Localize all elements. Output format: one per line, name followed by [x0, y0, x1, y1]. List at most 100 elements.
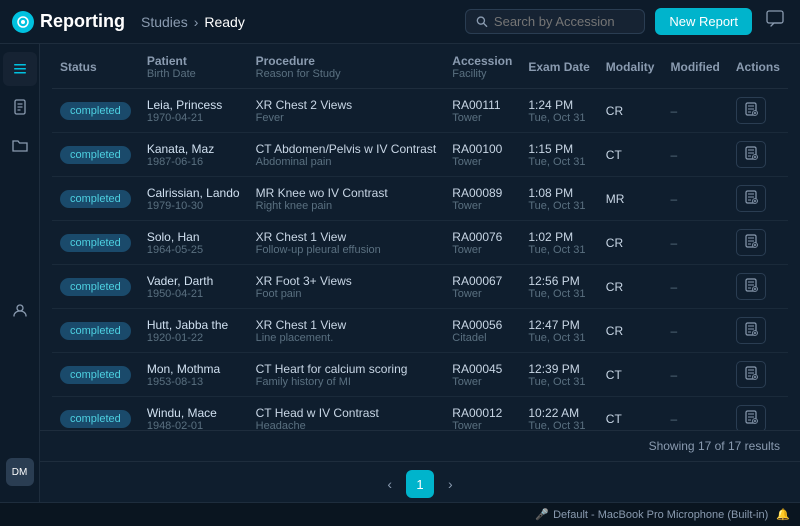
cell-status: completed — [52, 89, 139, 133]
table-row: completed Solo, Han 1964-05-25 XR Chest … — [52, 221, 788, 265]
user-avatar[interactable]: DM — [6, 458, 34, 486]
procedure-name: XR Foot 3+ Views — [256, 274, 437, 288]
action-button[interactable] — [736, 317, 766, 344]
cell-patient: Vader, Darth 1950-04-21 — [139, 265, 248, 309]
exam-time: 1:24 PM — [528, 98, 589, 112]
search-box[interactable] — [465, 9, 645, 34]
action-button[interactable] — [736, 97, 766, 124]
sidebar-item-user[interactable] — [3, 293, 37, 327]
procedure-name: CT Heart for calcium scoring — [256, 362, 437, 376]
status-badge: completed — [60, 234, 131, 252]
procedure-reason: Foot pain — [256, 288, 437, 300]
cell-accession: RA00100 Tower — [444, 133, 520, 177]
exam-date: Tue, Oct 31 — [528, 156, 589, 168]
cell-accession: RA00076 Tower — [444, 221, 520, 265]
breadcrumb-studies[interactable]: Studies — [141, 14, 188, 30]
cell-modified: – — [663, 265, 728, 309]
patient-name: Calrissian, Lando — [147, 186, 240, 200]
accession-facility: Tower — [452, 112, 512, 124]
breadcrumb-current: Ready — [204, 14, 244, 30]
procedure-name: XR Chest 2 Views — [256, 98, 437, 112]
accession-facility: Citadel — [452, 332, 512, 344]
status-badge: completed — [60, 190, 131, 208]
exam-time: 12:56 PM — [528, 274, 589, 288]
patient-name: Hutt, Jabba the — [147, 318, 240, 332]
action-button[interactable] — [736, 361, 766, 388]
accession-number: RA00111 — [452, 98, 512, 112]
pagination-page-1[interactable]: 1 — [406, 470, 434, 498]
sidebar-item-list[interactable] — [3, 52, 37, 86]
action-button[interactable] — [736, 229, 766, 256]
accession-facility: Tower — [452, 244, 512, 256]
search-input[interactable] — [494, 14, 634, 29]
cell-actions — [728, 353, 788, 397]
col-exam-date: Exam Date — [520, 44, 597, 89]
action-button[interactable] — [736, 405, 766, 430]
modality-value: CT — [606, 148, 622, 162]
patient-name: Windu, Mace — [147, 406, 240, 420]
exam-time: 10:22 AM — [528, 406, 589, 420]
procedure-reason: Line placement. — [256, 332, 437, 344]
user-shield-icon — [12, 302, 28, 318]
chat-icon-button[interactable] — [762, 6, 788, 37]
cell-modified: – — [663, 353, 728, 397]
pagination-prev[interactable]: ‹ — [379, 472, 400, 496]
cell-procedure: MR Knee wo IV Contrast Right knee pain — [248, 177, 445, 221]
cell-patient: Mon, Mothma 1953-08-13 — [139, 353, 248, 397]
cell-patient: Calrissian, Lando 1979-10-30 — [139, 177, 248, 221]
col-accession: AccessionFacility — [444, 44, 520, 89]
cell-actions — [728, 89, 788, 133]
cell-exam-date: 12:39 PM Tue, Oct 31 — [520, 353, 597, 397]
accession-number: RA00089 — [452, 186, 512, 200]
cell-exam-date: 10:22 AM Tue, Oct 31 — [520, 397, 597, 431]
topbar-right: New Report — [465, 6, 788, 37]
status-badge: completed — [60, 410, 131, 428]
cell-modality: CT — [598, 397, 663, 431]
cell-procedure: XR Chest 2 Views Fever — [248, 89, 445, 133]
procedure-name: XR Chest 1 View — [256, 230, 437, 244]
cell-exam-date: 1:08 PM Tue, Oct 31 — [520, 177, 597, 221]
col-status: Status — [52, 44, 139, 89]
cell-patient: Hutt, Jabba the 1920-01-22 — [139, 309, 248, 353]
patient-name: Leia, Princess — [147, 98, 240, 112]
table-footer: Showing 17 of 17 results — [40, 430, 800, 461]
cell-procedure: CT Abdomen/Pelvis w IV Contrast Abdomina… — [248, 133, 445, 177]
exam-time: 1:08 PM — [528, 186, 589, 200]
action-button[interactable] — [736, 185, 766, 212]
exam-time: 12:39 PM — [528, 362, 589, 376]
accession-number: RA00076 — [452, 230, 512, 244]
cell-modified: – — [663, 133, 728, 177]
procedure-reason: Abdominal pain — [256, 156, 437, 168]
modified-value: – — [671, 236, 678, 250]
cell-status: completed — [52, 133, 139, 177]
bell-icon: 🔔 — [776, 508, 790, 521]
procedure-reason: Family history of MI — [256, 376, 437, 388]
exam-date: Tue, Oct 31 — [528, 112, 589, 124]
showing-count: Showing 17 of 17 results — [649, 439, 780, 453]
patient-dob: 1920-01-22 — [147, 332, 240, 344]
procedure-reason: Right knee pain — [256, 200, 437, 212]
new-report-button[interactable]: New Report — [655, 8, 752, 35]
cell-exam-date: 1:02 PM Tue, Oct 31 — [520, 221, 597, 265]
cell-actions — [728, 133, 788, 177]
sidebar-item-document[interactable] — [3, 90, 37, 124]
procedure-reason: Follow-up pleural effusion — [256, 244, 437, 256]
action-button[interactable] — [736, 273, 766, 300]
modified-value: – — [671, 412, 678, 426]
status-badge: completed — [60, 278, 131, 296]
cell-accession: RA00067 Tower — [444, 265, 520, 309]
pagination-next[interactable]: › — [440, 472, 461, 496]
cell-status: completed — [52, 397, 139, 431]
accession-number: RA00012 — [452, 406, 512, 420]
table-header: Status PatientBirth Date ProcedureReason… — [52, 44, 788, 89]
sidebar-item-folder[interactable] — [3, 128, 37, 162]
action-button[interactable] — [736, 141, 766, 168]
procedure-name: MR Knee wo IV Contrast — [256, 186, 437, 200]
status-badge: completed — [60, 146, 131, 164]
exam-date: Tue, Oct 31 — [528, 200, 589, 212]
accession-facility: Tower — [452, 200, 512, 212]
exam-time: 1:02 PM — [528, 230, 589, 244]
exam-date: Tue, Oct 31 — [528, 376, 589, 388]
accession-facility: Tower — [452, 288, 512, 300]
cell-patient: Leia, Princess 1970-04-21 — [139, 89, 248, 133]
